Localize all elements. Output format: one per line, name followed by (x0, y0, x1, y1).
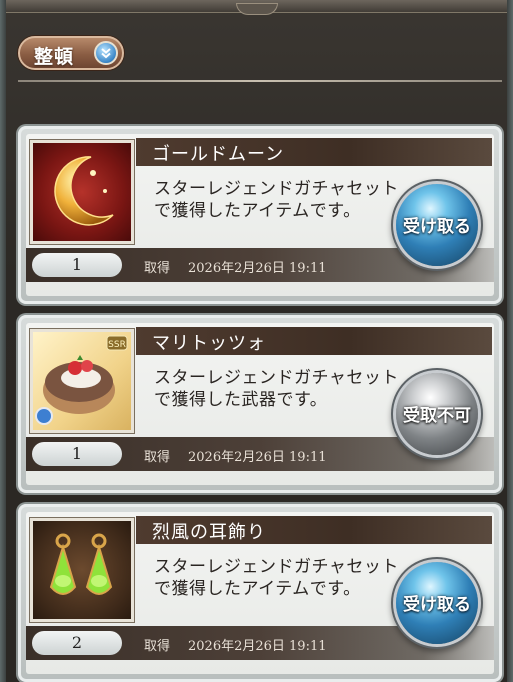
receive-button-label: 受け取る (403, 595, 471, 615)
double-chevron-down-icon (94, 41, 118, 65)
item-description: スターレジェンドガチャセットで獲得した武器です。 (154, 368, 399, 410)
toolbar-divider (18, 80, 502, 82)
item-quantity: 1 (32, 253, 122, 277)
receive-button-label: 受け取る (403, 217, 471, 237)
item-description: スターレジェンドガチャセットで獲得したアイテムです。 (154, 179, 399, 221)
item-quantity: 2 (32, 631, 122, 655)
item-name: マリトッツォ (152, 333, 266, 354)
left-frame-edge (0, 0, 6, 682)
item-quantity: 1 (32, 442, 122, 466)
item-title-bar: ゴールドムーン (136, 138, 492, 166)
item-description: スターレジェンドガチャセットで獲得したアイテムです。 (154, 557, 399, 599)
item-card: SSR マリトッツォ スターレジェンドガチャセットで獲得した武器です。 1 取得… (18, 315, 502, 493)
gift-box-panel: 整頓 ゴールドムーン スターレジェンドガチャセットで獲得したアイテムです。 1 … (0, 0, 513, 682)
acquired-label: 取得 (144, 261, 171, 276)
sort-button[interactable]: 整頓 (18, 36, 124, 70)
receive-disabled-label: 受取不可 (403, 406, 471, 426)
receive-button[interactable]: 受け取る (396, 184, 478, 266)
right-frame-edge (507, 0, 513, 682)
gold-moon-icon (30, 140, 134, 244)
item-name: 烈風の耳飾り (152, 522, 266, 543)
acquired-date: 2026年2月26日 19:11 (188, 261, 327, 276)
acquired-date: 2026年2月26日 19:11 (188, 639, 327, 654)
item-card: ゴールドムーン スターレジェンドガチャセットで獲得したアイテムです。 1 取得 … (18, 126, 502, 304)
item-title-bar: 烈風の耳飾り (136, 516, 492, 544)
wind-earrings-icon (30, 518, 134, 622)
receive-disabled-button[interactable]: 受取不可 (396, 373, 478, 455)
rarity-badge-text: SSR (108, 340, 126, 350)
acquired-label: 取得 (144, 639, 171, 654)
item-title-bar: マリトッツォ (136, 327, 492, 355)
sort-button-label: 整頓 (34, 46, 75, 68)
top-ornament (236, 3, 278, 15)
receive-button[interactable]: 受け取る (396, 562, 478, 644)
item-card: 烈風の耳飾り スターレジェンドガチャセットで獲得したアイテムです。 2 取得 2… (18, 504, 502, 682)
acquired-date: 2026年2月26日 19:11 (188, 450, 327, 465)
maritozzo-weapon-icon: SSR (30, 329, 134, 433)
acquired-label: 取得 (144, 450, 171, 465)
item-name: ゴールドムーン (152, 144, 285, 165)
